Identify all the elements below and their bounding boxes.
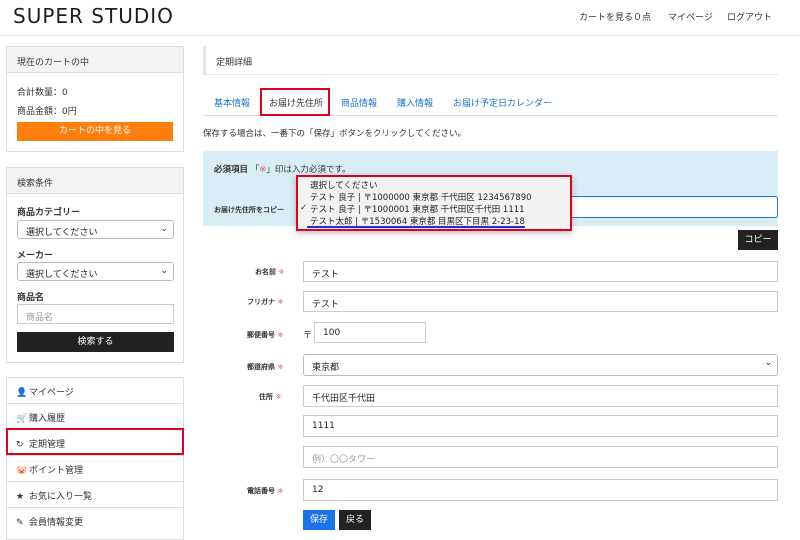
tab-product-info[interactable]: 商品情報	[341, 96, 377, 109]
address2-input[interactable]: 1111	[303, 415, 778, 437]
kana-label-text: フリガナ	[247, 298, 275, 306]
back-button[interactable]: 戻る	[339, 510, 371, 530]
view-cart-button[interactable]: カートの中を見る	[17, 122, 173, 141]
cart-icon: 🛒	[16, 414, 28, 424]
required-mark: ※	[277, 331, 284, 339]
site-header: SUPER STUDIO カートを見る０点 マイページ ログアウト	[0, 0, 800, 36]
chevron-down-icon: ⌄	[764, 358, 772, 368]
search-panel: 検索条件 商品カテゴリー 選択してください ⌄ メーカー 選択してください ⌄ …	[6, 167, 184, 363]
address3-placeholder: 例）〇〇タワー	[312, 455, 376, 465]
category-select[interactable]: 選択してください ⌄	[17, 220, 174, 239]
sidebar-item-mypage[interactable]: 👤 マイページ	[6, 377, 184, 403]
mypage-link[interactable]: マイページ	[668, 10, 713, 23]
sidebar-item-points[interactable]: 🐷 ポイント管理	[6, 455, 184, 481]
address-label-text: 住所	[259, 393, 273, 401]
save-button[interactable]: 保存	[303, 510, 335, 530]
product-name-placeholder: 商品名	[26, 313, 54, 323]
sidebar-item-label: 会員情報変更	[29, 518, 84, 528]
tel-input[interactable]: 12	[303, 479, 778, 501]
sidebar-item-favorites[interactable]: ★ お気に入り一覧	[6, 481, 184, 507]
prefecture-select[interactable]: 東京都 ⌄	[303, 354, 778, 376]
category-label: 商品カテゴリー	[17, 208, 81, 218]
prefecture-select-value: 東京都	[312, 363, 340, 373]
copy-button[interactable]: コピー	[738, 230, 778, 250]
search-panel-title: 検索条件	[7, 168, 183, 194]
address1-input[interactable]: 千代田区千代田	[303, 385, 778, 407]
cart-total-qty: 合計数量：0	[17, 88, 68, 98]
tab-purchase-info[interactable]: 購入情報	[397, 96, 433, 109]
zip-prefix: 〒	[303, 331, 313, 341]
cart-panel: 現在のカートの中 合計数量：0 商品金額：0円 カートの中を見る	[6, 46, 184, 152]
copy-address-label: お届け先住所をコピー	[214, 206, 284, 214]
sidebar-item-label: 購入履歴	[29, 414, 66, 424]
tel-label: 電話番号 ※	[247, 486, 283, 496]
required-note: 必須項目 「※」印は入力必須です。	[214, 163, 351, 175]
maker-label: メーカー	[17, 251, 54, 261]
page-title: 定期詳細	[216, 58, 253, 68]
prefecture-label-text: 都道府県	[247, 363, 275, 371]
title-divider	[203, 74, 778, 75]
piggy-bank-icon: 🐷	[16, 466, 28, 476]
logout-link[interactable]: ログアウト	[727, 10, 772, 23]
sidebar-item-purchase-history[interactable]: 🛒 購入履歴	[6, 403, 184, 429]
required-note-prefix: 必須項目	[214, 165, 249, 175]
save-notice: 保存する場合は、一番下の「保存」ボタンをクリックしてください。	[203, 129, 466, 139]
category-select-value: 選択してください	[26, 228, 98, 238]
star-icon: ★	[16, 492, 25, 502]
required-mark: ※	[277, 487, 284, 495]
name-input[interactable]: テスト	[303, 261, 778, 282]
cart-total-price: 商品金額：0円	[17, 107, 77, 117]
maker-select[interactable]: 選択してください ⌄	[17, 262, 174, 281]
zip-label: 郵便番号 ※	[247, 330, 283, 340]
zip-input[interactable]: 100	[314, 322, 426, 343]
maker-select-value: 選択してください	[26, 270, 98, 280]
kana-input[interactable]: テスト	[303, 291, 778, 312]
user-icon: 👤	[16, 388, 28, 398]
highlight-dropdown	[296, 175, 572, 231]
search-button[interactable]: 検索する	[17, 332, 174, 352]
sidebar-item-profile[interactable]: ✎ 会員情報変更	[6, 507, 184, 533]
sidebar-item-label: マイページ	[29, 388, 74, 398]
required-note-mid: 「	[250, 165, 260, 175]
product-name-input[interactable]: 商品名	[17, 304, 174, 324]
address3-input[interactable]: 例）〇〇タワー	[303, 446, 778, 468]
required-note-suffix: 」印は入力必須です。	[266, 165, 351, 175]
required-mark: ※	[277, 363, 284, 371]
tab-delivery-calendar[interactable]: お届け予定日カレンダー	[453, 96, 552, 109]
highlight-tab-delivery	[260, 88, 330, 116]
address-label: 住所 ※	[259, 392, 281, 402]
tab-basic-info[interactable]: 基本情報	[214, 96, 250, 109]
required-mark: ※	[278, 268, 285, 276]
required-mark: ※	[277, 298, 284, 306]
chevron-down-icon: ⌄	[160, 266, 168, 276]
sidebar-item-label: お気に入り一覧	[29, 492, 93, 502]
prefecture-label: 都道府県 ※	[247, 362, 283, 372]
sidebar-item-label: ポイント管理	[29, 466, 84, 476]
kana-label: フリガナ ※	[247, 297, 283, 307]
required-mark: ※	[275, 393, 282, 401]
cart-panel-title: 現在のカートの中	[7, 47, 183, 73]
pencil-icon: ✎	[16, 518, 24, 528]
tel-label-text: 電話番号	[247, 487, 275, 495]
product-name-label: 商品名	[17, 293, 45, 303]
name-label-text: お名前	[255, 268, 276, 276]
zip-label-text: 郵便番号	[247, 331, 275, 339]
site-logo[interactable]: SUPER STUDIO	[13, 4, 174, 28]
chevron-down-icon: ⌄	[160, 224, 168, 234]
name-label: お名前 ※	[255, 267, 284, 277]
cart-link[interactable]: カートを見る０点	[579, 10, 651, 23]
highlight-sidebar-subscription	[6, 428, 184, 455]
page-title-bar	[203, 46, 206, 74]
